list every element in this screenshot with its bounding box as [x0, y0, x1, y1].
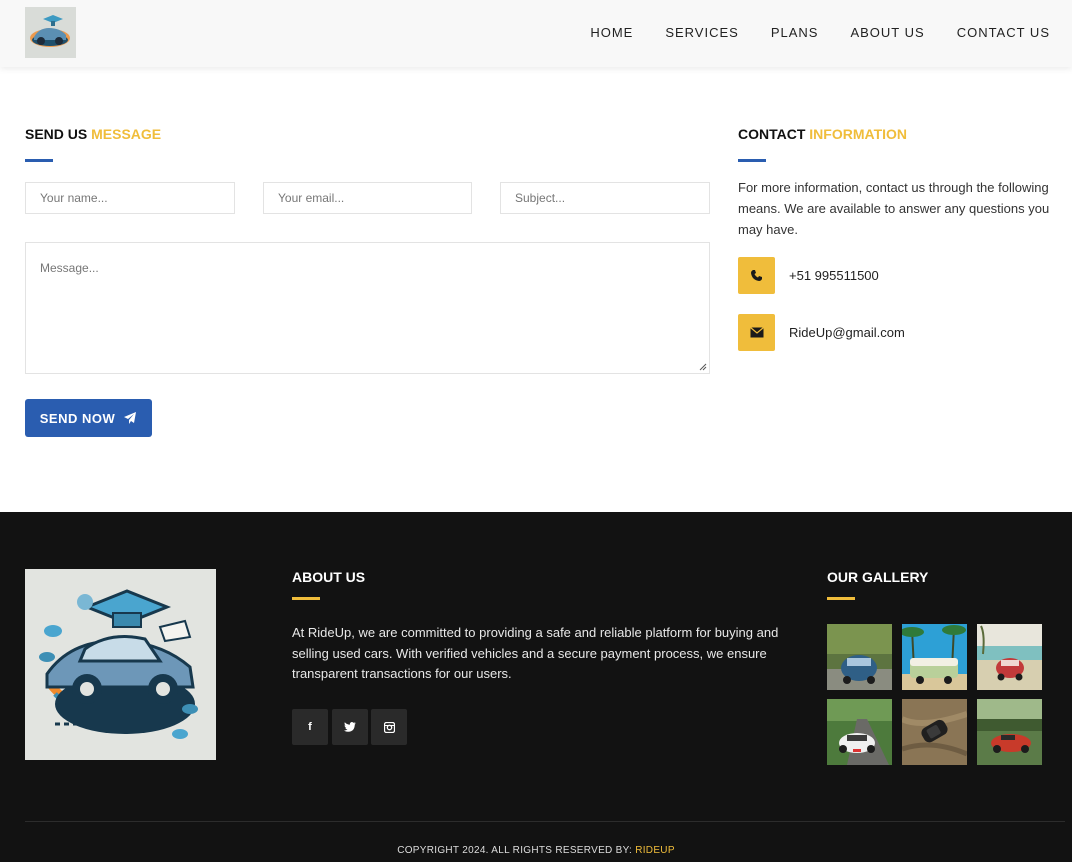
gallery-image-white-sportscar-road[interactable]: [827, 699, 892, 765]
message-placeholder: Message...: [40, 261, 99, 275]
contact-title-main: CONTACT: [738, 126, 810, 142]
footer-about-title: ABOUT US: [292, 569, 366, 585]
resize-grip-icon[interactable]: [699, 363, 707, 371]
phone-icon: [751, 270, 762, 281]
site-header: HOME SERVICES PLANS ABOUT US CONTACT US: [0, 0, 1072, 67]
nav-about-us[interactable]: ABOUT US: [850, 25, 924, 40]
main-nav: HOME SERVICES PLANS ABOUT US CONTACT US: [590, 25, 1050, 40]
phone-icon-box: [738, 257, 775, 294]
footer-gallery-title: OUR GALLERY: [827, 569, 929, 585]
footer-about-text: At RideUp, we are committed to providing…: [292, 625, 779, 681]
nav-home[interactable]: HOME: [590, 25, 633, 40]
send-now-button[interactable]: SEND NOW: [25, 399, 152, 437]
form-title-main: SEND US: [25, 126, 92, 142]
gallery-image-red-beetle-beach[interactable]: [977, 624, 1042, 690]
contact-phone[interactable]: +51 995511500: [789, 268, 879, 283]
footer-about-underline: [292, 597, 320, 600]
email-icon-box: [738, 314, 775, 351]
gallery-image-green-van-palms[interactable]: [902, 624, 967, 690]
name-input[interactable]: Your name...: [25, 182, 235, 214]
facebook-icon: f: [308, 721, 312, 733]
subject-input[interactable]: Subject...: [500, 182, 710, 214]
contact-title-highlight: INFORMATION: [809, 126, 908, 142]
send-now-label: SEND NOW: [39, 410, 116, 426]
envelope-icon: [749, 327, 764, 338]
paper-plane-icon: [124, 412, 137, 424]
copyright-brand-link[interactable]: RIDEUP: [635, 845, 675, 856]
form-title-underline: [25, 159, 53, 162]
gallery-image-black-car-aerial[interactable]: [902, 699, 967, 765]
header-logo[interactable]: [25, 7, 76, 58]
contact-email[interactable]: RideUp@gmail.com: [789, 325, 905, 340]
message-textarea[interactable]: Message...: [25, 242, 710, 374]
email-input[interactable]: Your email...: [263, 182, 472, 214]
copyright-text: COPYRIGHT 2024. ALL RIGHTS RESERVED BY:: [397, 845, 636, 856]
footer-gallery-underline: [827, 597, 855, 600]
contact-description: For more information, contact us through…: [738, 180, 1050, 237]
gallery-image-blue-beetle-forest[interactable]: [827, 624, 892, 690]
facebook-button[interactable]: f: [292, 709, 328, 745]
instagram-icon: [383, 721, 395, 733]
copyright: COPYRIGHT 2024. ALL RIGHTS RESERVED BY: …: [0, 845, 1072, 856]
contact-title: CONTACT INFORMATION: [738, 126, 907, 142]
form-title: SEND US MESSAGE: [25, 126, 161, 142]
gallery-image-red-convertible-field[interactable]: [977, 699, 1042, 765]
nav-services[interactable]: SERVICES: [665, 25, 739, 40]
footer-logo: [25, 569, 216, 760]
twitter-button[interactable]: [332, 709, 368, 745]
instagram-button[interactable]: [371, 709, 407, 745]
nav-contact-us[interactable]: CONTACT US: [957, 25, 1050, 40]
form-title-highlight: MESSAGE: [91, 126, 162, 142]
twitter-icon: [344, 722, 356, 732]
footer-divider: [25, 821, 1065, 822]
contact-title-underline: [738, 159, 766, 162]
nav-plans[interactable]: PLANS: [771, 25, 819, 40]
site-footer: ABOUT US At RideUp, we are committed to …: [0, 512, 1072, 862]
